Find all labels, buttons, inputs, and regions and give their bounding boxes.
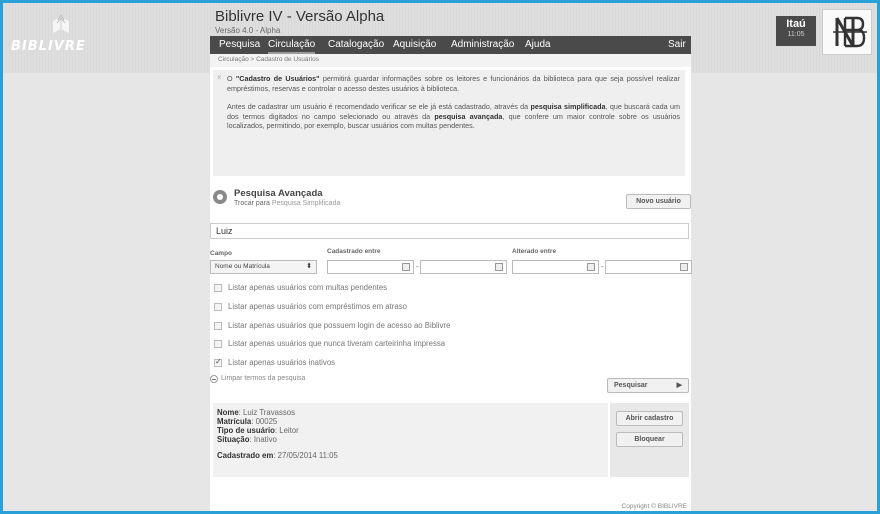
field-select-value: Nome ou Matrícula [215,263,270,270]
field-label: Campo [210,250,233,257]
calendar-icon[interactable] [495,263,503,271]
breadcrumb: Circulação > Cadastro de Usuários [210,54,691,68]
status-label: Situação [217,435,250,444]
name-value: : Luiz Travassos [238,408,296,417]
status-value: : Inativo [249,435,277,444]
search-title: Pesquisa Avançada [234,188,323,199]
open-record-button[interactable]: Abrir cadastro [616,411,683,426]
simple-search-link[interactable]: Pesquisa Simplificada [272,200,340,207]
main-nav: Pesquisa Circulação Catalogação Aquisiçã… [210,36,691,54]
user-type-value: : Leitor [274,426,299,435]
checkbox[interactable] [214,303,222,311]
logo-text: BIBLIVRE [11,39,86,54]
info-bold: pesquisa simplificada [530,102,606,111]
filter-label: Listar apenas usuários que nunca tiveram… [228,339,446,348]
created-label: Cadastrado em [217,451,274,460]
app-version: Versão 4.0 - Alpha [215,26,281,35]
user-type-label: Tipo de usuário [217,426,275,435]
updown-arrow-icon: ⬍ [306,263,312,270]
book-tree-icon [53,14,69,33]
info-paragraph-1: O "Cadastro de Usuários" permitirá guard… [227,74,680,93]
nav-item-catalogacao[interactable]: Catalogação [328,36,384,54]
monogram-icon [833,16,867,48]
app-window: BIBLIVRE Biblivre IV - Versão Alpha Vers… [3,3,877,511]
location-pin-icon [213,190,227,204]
clock-time: 11:05 [787,31,805,38]
logout-link[interactable]: Sair [668,36,686,54]
filter-label: Listar apenas usuários que possuem login… [228,321,451,330]
result-name: Nome: Luiz Travassos [217,408,295,417]
field-select[interactable]: Nome ou Matrícula ⬍ [210,260,317,274]
seal-logo [822,9,872,55]
search-button-label: Pesquisar [614,382,648,389]
result-user-type: Tipo de usuário: Leitor [217,426,299,435]
calendar-icon[interactable] [402,263,410,271]
created-to-date[interactable] [420,260,507,274]
checkbox-checked[interactable] [214,357,222,367]
changed-from-date[interactable] [512,260,599,274]
created-between-label: Cadastrado entre [327,248,381,255]
main-content: × O "Cadastro de Usuários" permitirá gua… [210,67,692,511]
nav-item-circulacao[interactable]: Circulação [268,36,316,54]
result-card: Nome: Luiz Travassos Matrícula: 00025 Ti… [213,403,608,477]
registration-label: Matrícula [217,417,252,426]
title-block: Biblivre IV - Versão Alpha Versão 4.0 - … [215,8,384,35]
search-mode-switch: Trocar para Pesquisa Simplificada [234,200,340,207]
calendar-icon[interactable] [680,263,688,271]
result-registration: Matrícula: 00025 [217,417,277,426]
sponsor-name: Itaú [786,18,806,30]
nav-item-pesquisa[interactable]: Pesquisa [219,36,260,54]
result-actions: Abrir cadastro Bloquear [610,403,689,477]
breadcrumb-text: Circulação > Cadastro de Usuários [218,56,319,63]
filter-label: Listar apenas usuários com multas penden… [228,283,388,292]
info-bold: pesquisa avançada [434,111,503,121]
header: BIBLIVRE Biblivre IV - Versão Alpha Vers… [3,3,877,73]
nav-item-administracao[interactable]: Administração [451,36,514,54]
app-title: Biblivre IV - Versão Alpha [215,8,385,25]
filter-label: Listar apenas usuários inativos [228,358,336,367]
play-arrow-icon: ▶ [676,382,682,389]
new-user-button[interactable]: Novo usuário [626,194,691,209]
registration-value: : 00025 [251,417,278,426]
changed-between-label: Alterado entre [512,248,557,255]
minus-circle-icon [210,375,218,383]
nav-item-aquisicao[interactable]: Aquisição [393,36,436,54]
date-range-separator: - [416,262,419,271]
block-user-button[interactable]: Bloquear [616,432,683,447]
switch-prefix: Trocar para [234,200,272,207]
search-button[interactable]: Pesquisar ▶ [607,378,689,393]
nav-item-ajuda[interactable]: Ajuda [525,36,551,54]
date-range-separator: - [601,262,604,271]
sponsor-badge: Itaú 11:05 [776,16,816,46]
result-status: Situação: Inativo [217,435,277,444]
info-text: O [227,74,236,83]
info-box: × O "Cadastro de Usuários" permitirá gua… [213,70,685,176]
calendar-icon[interactable] [587,263,595,271]
name-label: Nome [217,408,239,417]
created-from-date[interactable] [327,260,414,274]
close-info-icon[interactable]: × [217,73,222,82]
info-bold: "Cadastro de Usuários" [235,74,320,83]
info-text: Antes de cadastrar um usuário é recomend… [227,102,531,111]
search-input[interactable] [210,223,689,239]
checkbox[interactable] [214,322,222,330]
checkbox[interactable] [214,284,222,292]
logo: BIBLIVRE [11,13,121,63]
info-paragraph-2: Antes de cadastrar um usuário é recomend… [227,102,680,131]
created-value: : 27/05/2014 11:05 [273,451,338,460]
clear-search-label: Limpar termos da pesquisa [221,375,306,382]
filter-label: Listar apenas usuários com empréstimos e… [228,302,407,311]
copyright: Copyright © BIBLIVRE [621,503,687,510]
result-created: Cadastrado em: 27/05/2014 11:05 [217,451,338,460]
checkbox[interactable] [214,340,222,348]
search-header: Pesquisa Avançada Trocar para Pesquisa S… [213,187,691,213]
changed-to-date[interactable] [605,260,692,274]
